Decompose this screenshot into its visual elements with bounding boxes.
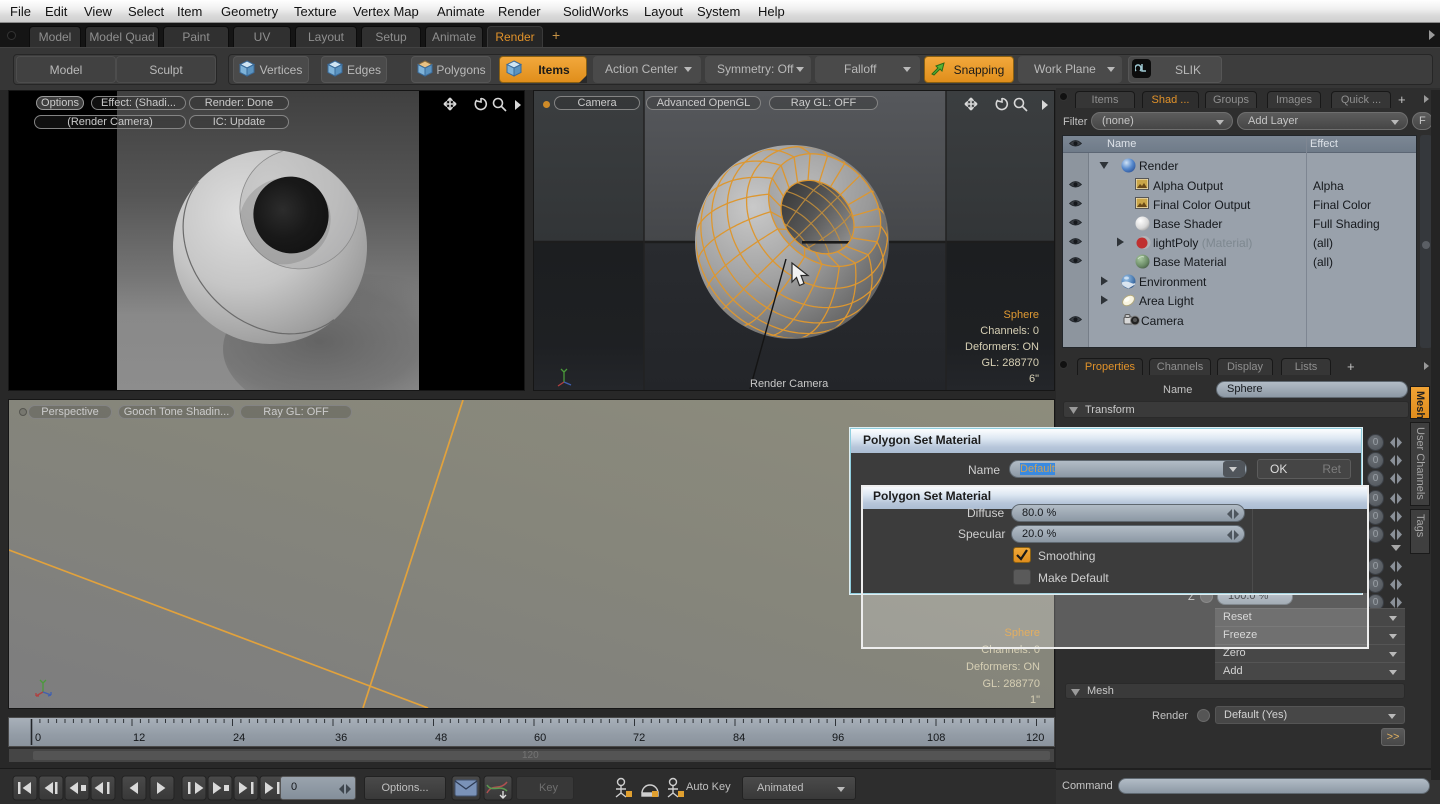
svg-text:0: 0 [35,732,41,744]
svg-text:48: 48 [435,732,447,744]
svg-text:84: 84 [733,732,745,744]
svg-text:108: 108 [927,732,945,744]
svg-text:96: 96 [832,732,844,744]
svg-text:120: 120 [1026,732,1044,744]
svg-text:36: 36 [335,732,347,744]
svg-text:24: 24 [233,732,245,744]
svg-text:60: 60 [534,732,546,744]
svg-text:12: 12 [133,732,145,744]
svg-text:72: 72 [633,732,645,744]
